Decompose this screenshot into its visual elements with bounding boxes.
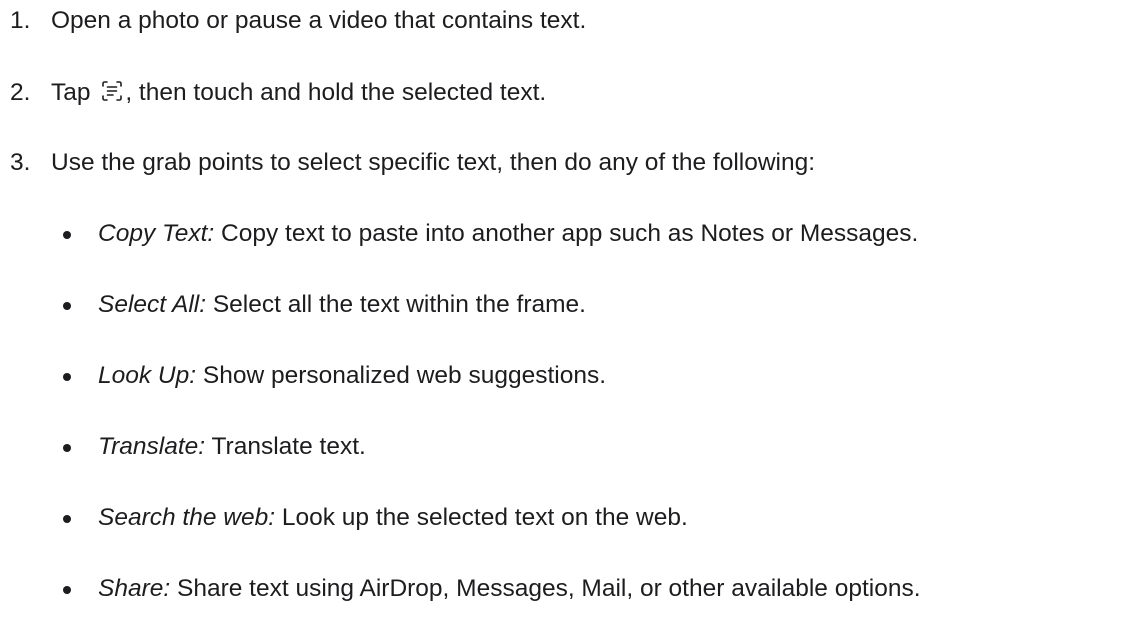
bullet-icon xyxy=(63,444,71,452)
option-term: Share: xyxy=(98,575,171,602)
option-description: Translate text. xyxy=(205,433,366,460)
bullet-icon xyxy=(63,302,71,310)
option-description: Look up the selected text on the web. xyxy=(275,504,688,531)
option-description: Select all the text within the frame. xyxy=(206,291,586,318)
option-term: Translate: xyxy=(98,433,206,460)
step-text-after: , then touch and hold the selected text. xyxy=(125,79,547,106)
option-term: Search the web: xyxy=(98,504,276,531)
option-description: Copy text to paste into another app such… xyxy=(214,220,919,247)
option-term: Select All: xyxy=(98,291,207,318)
bullet-icon xyxy=(63,515,71,523)
option-description: Show personalized web suggestions. xyxy=(196,362,607,389)
bullet-icon xyxy=(63,231,71,239)
option-description: Share text using AirDrop, Messages, Mail… xyxy=(170,575,921,602)
bullet-icon xyxy=(63,373,71,381)
step-text: Tap , then touch and hold the selected t… xyxy=(51,78,546,111)
step-text-before: Tap xyxy=(51,79,98,106)
step-number: 3. xyxy=(10,149,31,176)
step-number: 2. xyxy=(10,79,31,106)
live-text-scan-icon xyxy=(100,79,124,111)
step-text: Use the grab points to select specific t… xyxy=(51,149,816,176)
step-text: Open a photo or pause a video that conta… xyxy=(51,7,587,34)
bullet-icon xyxy=(63,586,71,594)
step-number: 1. xyxy=(10,7,31,34)
option-term: Copy Text: xyxy=(98,220,215,247)
option-term: Look Up: xyxy=(98,362,197,389)
